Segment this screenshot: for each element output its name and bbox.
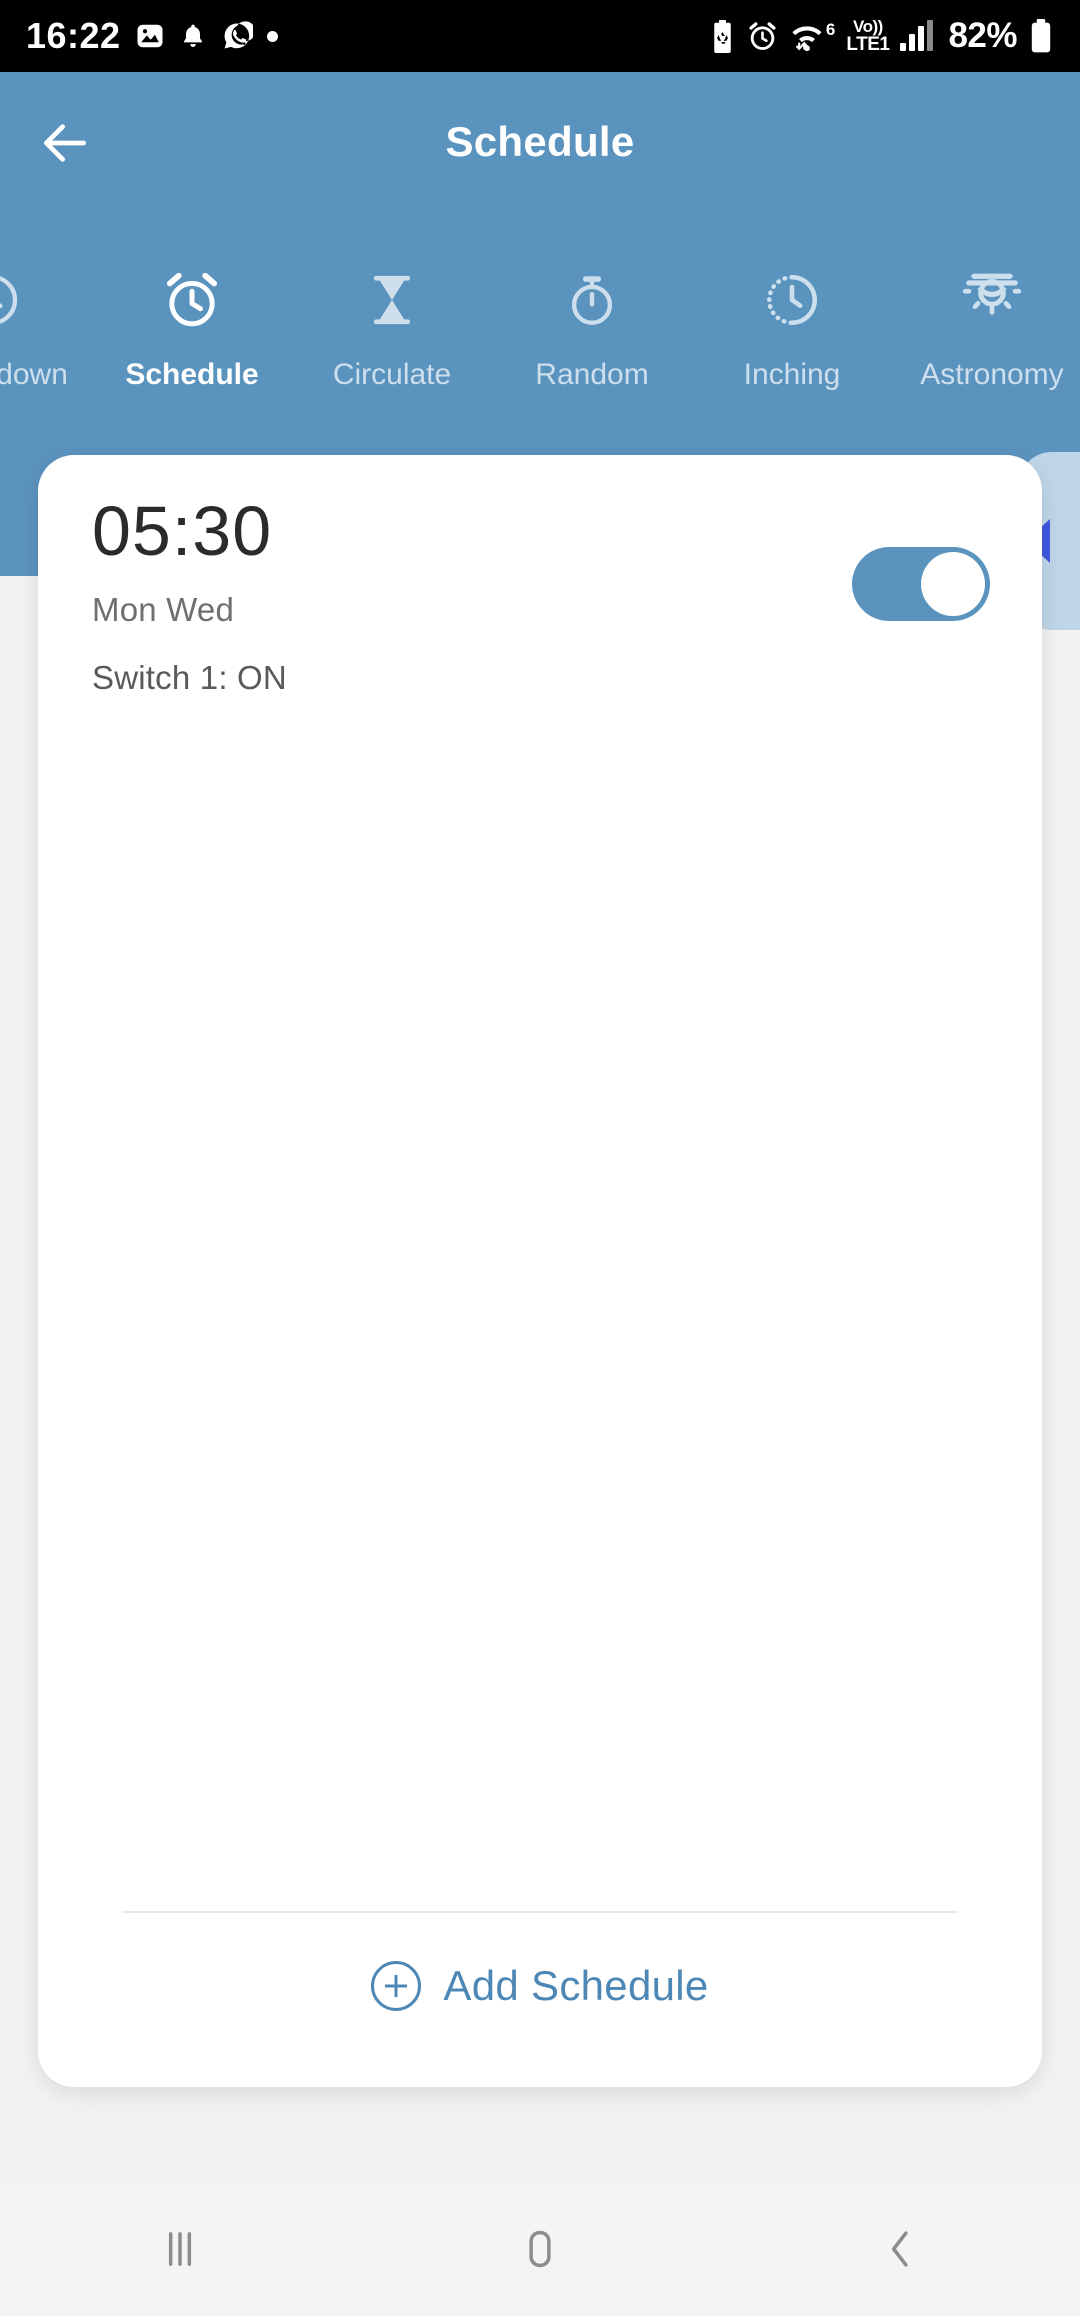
toggle-knob	[921, 552, 985, 616]
tab-label-countdown: Countdown	[0, 358, 68, 391]
schedule-list: 05:30 Mon Wed Switch 1: ON	[38, 455, 1042, 1911]
tab-schedule[interactable]: Schedule	[92, 240, 292, 420]
wifi-generation-label: 6	[825, 20, 836, 39]
alarm-clock-icon	[161, 262, 223, 338]
add-schedule-button[interactable]: Add Schedule	[122, 1961, 958, 2011]
schedule-card: 05:30 Mon Wed Switch 1: ON Add Schedule	[38, 455, 1042, 2087]
hourglass-icon	[363, 262, 421, 338]
recents-icon	[152, 2221, 208, 2282]
tab-strip[interactable]: Countdown Schedule Circulate Random	[0, 240, 1080, 420]
tab-random[interactable]: Random	[492, 240, 692, 420]
tab-label-circulate: Circulate	[332, 358, 452, 391]
tab-circulate[interactable]: Circulate	[292, 240, 492, 420]
page-title: Schedule	[445, 118, 635, 165]
tab-label-schedule: Schedule	[125, 358, 259, 391]
back-button[interactable]	[20, 100, 110, 190]
whatsapp-icon	[221, 20, 253, 52]
tab-label-astronomy: Astronomy	[920, 358, 1064, 391]
nav-home-button[interactable]	[450, 2186, 630, 2316]
sun-lamp-icon	[961, 262, 1023, 338]
tab-label-inching: Inching	[743, 358, 841, 391]
tab-countdown[interactable]: Countdown	[0, 240, 92, 420]
tab-inching[interactable]: Inching	[692, 240, 892, 420]
schedule-enable-toggle[interactable]	[852, 547, 990, 621]
volte-bottom-label: LTE1	[846, 34, 890, 55]
alarm-icon	[747, 21, 778, 52]
nav-recents-button[interactable]	[90, 2186, 270, 2316]
volte-top-label: Vo))	[853, 17, 883, 36]
dotted-clock-icon	[762, 262, 822, 338]
card-footer: Add Schedule	[122, 1911, 958, 2087]
phone-screen: 16:22 6 Vo)) LTE1 82% Schedule down Sche…	[0, 0, 1080, 2316]
status-bar: 16:22 6 Vo)) LTE1 82%	[0, 0, 1080, 72]
dot-icon	[266, 30, 278, 42]
wifi-icon: 6	[789, 20, 835, 52]
add-schedule-label: Add Schedule	[443, 1962, 709, 2009]
battery-percent-label: 82%	[948, 16, 1017, 55]
nav-back-button[interactable]	[810, 2186, 990, 2316]
status-bar-left: 16:22	[26, 18, 278, 54]
battery-saver-icon	[709, 19, 736, 53]
tab-astronomy[interactable]: Astronomy	[892, 240, 1080, 420]
title-row: Schedule	[0, 72, 1080, 212]
signal-bars-icon	[900, 20, 934, 51]
arrow-left-icon	[37, 115, 93, 176]
bell-icon	[179, 22, 207, 50]
photo-icon	[135, 21, 165, 51]
tab-label-random: Random	[535, 358, 649, 391]
schedule-switch-state: Switch 1: ON	[92, 658, 287, 696]
status-clock: 16:22	[26, 15, 121, 56]
schedule-row[interactable]: 05:30 Mon Wed Switch 1: ON	[38, 455, 1042, 697]
status-bar-right: 6 Vo)) LTE1 82%	[709, 16, 1054, 56]
stopwatch-icon	[563, 262, 621, 338]
plus-circle-icon	[371, 1961, 422, 2011]
clock-icon	[0, 262, 22, 338]
volte-icon: Vo)) LTE1	[846, 17, 890, 55]
chevron-left-icon	[872, 2221, 928, 2282]
system-nav-bar	[0, 2186, 1080, 2316]
battery-icon	[1028, 19, 1054, 53]
schedule-time: 05:30	[92, 492, 273, 570]
home-icon	[512, 2221, 568, 2282]
